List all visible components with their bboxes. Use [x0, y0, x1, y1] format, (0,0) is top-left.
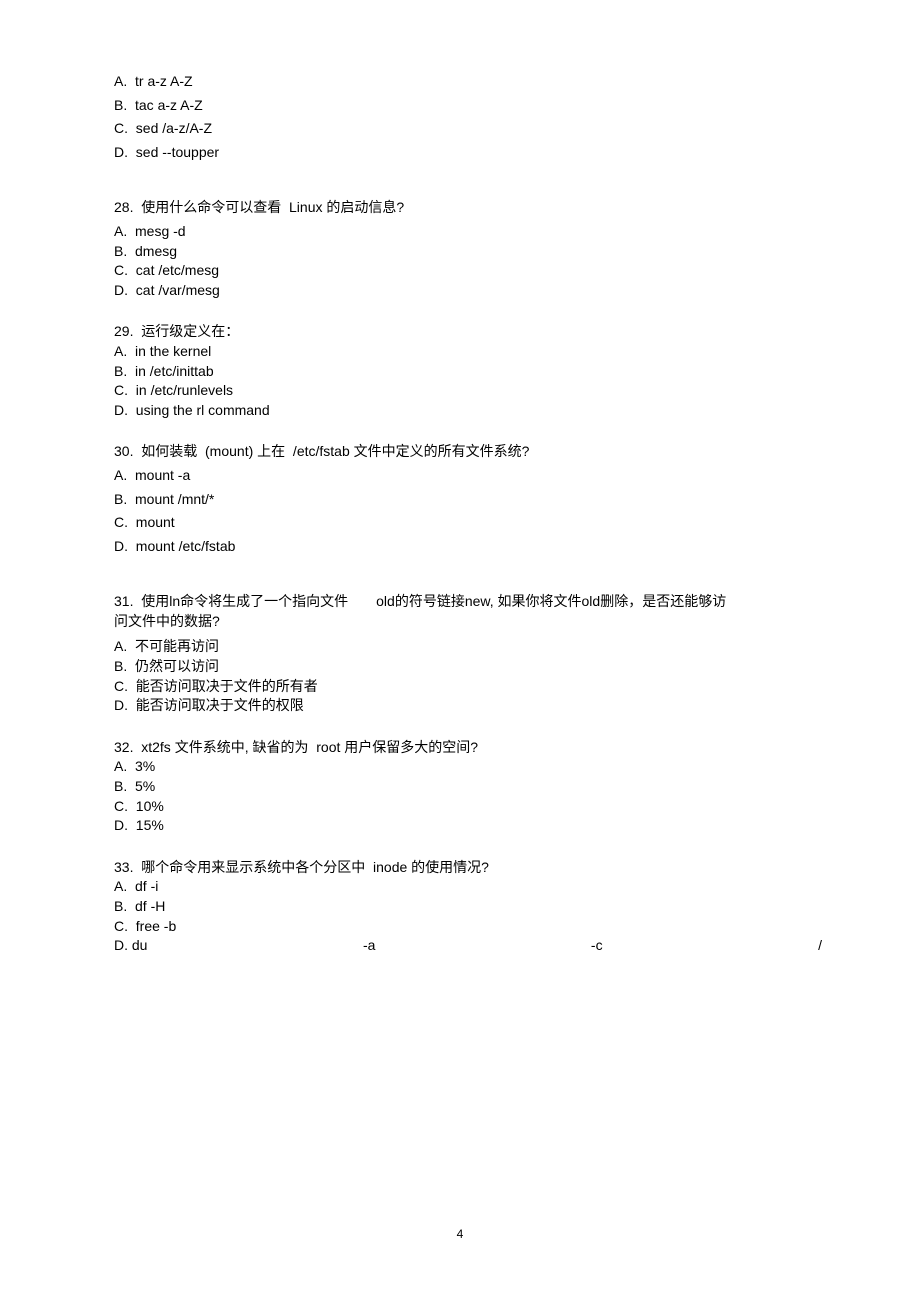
option-d-label: D. du — [114, 936, 147, 956]
question-text-part1: 31. 使用ln命令将生成了一个指向文件 — [114, 592, 348, 612]
option-a: A. mount -a — [114, 466, 822, 486]
question-28: 28. 使用什么命令可以查看 Linux 的启动信息? A. mesg -d B… — [114, 198, 822, 300]
option-d: D. mount /etc/fstab — [114, 537, 822, 557]
question-text: 30. 如何装载 (mount) 上在 /etc/fstab 文件中定义的所有文… — [114, 442, 822, 462]
question-31: 31. 使用ln命令将生成了一个指向文件 old的符号链接new, 如果你将文件… — [114, 592, 822, 716]
question-29: 29. 运行级定义在： A. in the kernel B. in /etc/… — [114, 322, 822, 420]
option-c: C. sed /a-z/A-Z — [114, 119, 822, 139]
option-c: C. 10% — [114, 797, 822, 817]
option-b: B. 5% — [114, 777, 822, 797]
question-text: 28. 使用什么命令可以查看 Linux 的启动信息? — [114, 198, 822, 218]
option-c: C. cat /etc/mesg — [114, 261, 822, 281]
option-c: C. mount — [114, 513, 822, 533]
question-30: 30. 如何装载 (mount) 上在 /etc/fstab 文件中定义的所有文… — [114, 442, 822, 556]
option-a: A. tr a-z A-Z — [114, 72, 822, 92]
question-27-options: A. tr a-z A-Z B. tac a-z A-Z C. sed /a-z… — [114, 72, 822, 162]
option-d: D. sed --toupper — [114, 143, 822, 163]
option-d: D. using the rl command — [114, 401, 822, 421]
option-a: A. 不可能再访问 — [114, 637, 822, 657]
option-d: D. 能否访问取决于文件的权限 — [114, 696, 822, 716]
option-d: D. cat /var/mesg — [114, 281, 822, 301]
option-d-arg1: -a — [363, 936, 375, 956]
option-d-arg3: / — [818, 936, 822, 956]
option-b: B. 仍然可以访问 — [114, 657, 822, 677]
option-d-arg2: -c — [591, 936, 603, 956]
option-b: B. in /etc/inittab — [114, 362, 822, 382]
option-b: B. dmesg — [114, 242, 822, 262]
question-text: 33. 哪个命令用来显示系统中各个分区中 inode 的使用情况? — [114, 858, 822, 878]
option-d: D. 15% — [114, 816, 822, 836]
option-a: A. mesg -d — [114, 222, 822, 242]
question-text-part2: old的符号链接new, 如果你将文件old删除，是否还能够访 — [376, 592, 726, 612]
question-text: 29. 运行级定义在： — [114, 322, 822, 342]
option-b: B. df -H — [114, 897, 822, 917]
question-text-line1: 31. 使用ln命令将生成了一个指向文件 old的符号链接new, 如果你将文件… — [114, 592, 822, 612]
option-a: A. df -i — [114, 877, 822, 897]
question-32: 32. xt2fs 文件系统中, 缺省的为 root 用户保留多大的空间? A.… — [114, 738, 822, 836]
option-c: C. 能否访问取决于文件的所有者 — [114, 677, 822, 697]
option-d: D. du -a -c / — [114, 936, 822, 956]
question-33: 33. 哪个命令用来显示系统中各个分区中 inode 的使用情况? A. df … — [114, 858, 822, 956]
page-number: 4 — [0, 1226, 920, 1243]
option-a: A. 3% — [114, 757, 822, 777]
document-page: A. tr a-z A-Z B. tac a-z A-Z C. sed /a-z… — [0, 0, 920, 1303]
question-text: 32. xt2fs 文件系统中, 缺省的为 root 用户保留多大的空间? — [114, 738, 822, 758]
question-text-line2: 问文件中的数据? — [114, 612, 822, 632]
option-a: A. in the kernel — [114, 342, 822, 362]
option-c: C. in /etc/runlevels — [114, 381, 822, 401]
option-b: B. mount /mnt/* — [114, 490, 822, 510]
option-c: C. free -b — [114, 917, 822, 937]
option-b: B. tac a-z A-Z — [114, 96, 822, 116]
